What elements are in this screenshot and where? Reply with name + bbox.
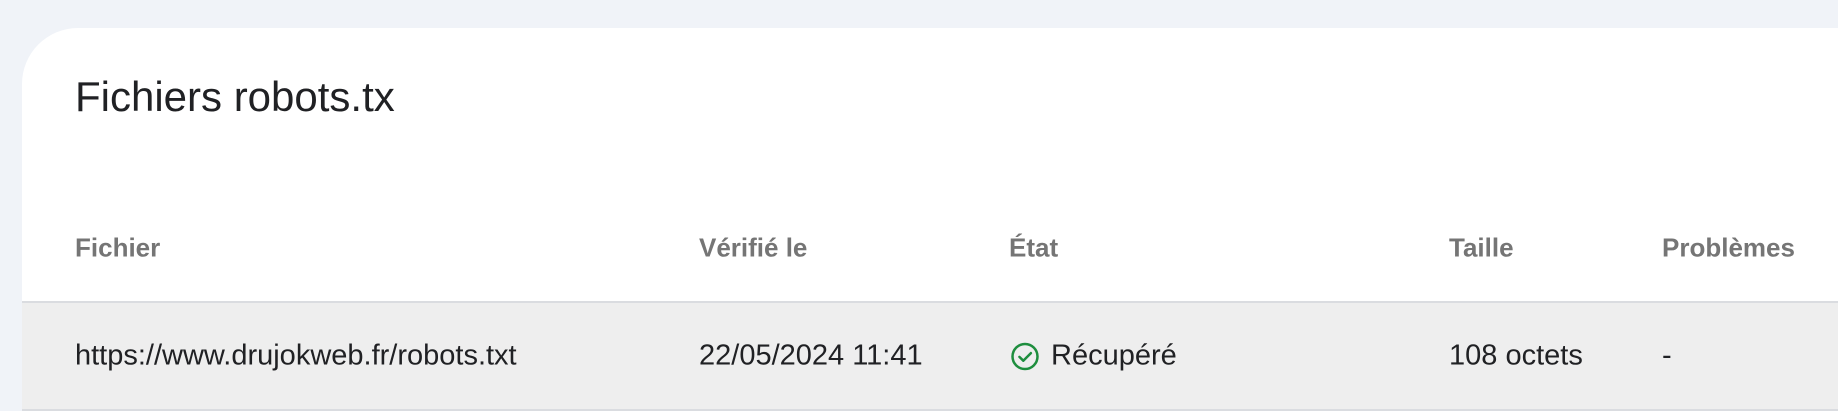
status-cell: Récupéré xyxy=(1009,340,1177,373)
robots-files-table: Fichier Vérifié le État Taille Problèmes… xyxy=(22,194,1838,411)
issues-value: - xyxy=(1662,339,1672,372)
check-circle-icon xyxy=(1009,340,1041,372)
column-header-state[interactable]: État xyxy=(1009,232,1058,263)
column-header-file[interactable]: Fichier xyxy=(75,232,160,263)
checked-date: 22/05/2024 11:41 xyxy=(699,339,923,372)
table-row[interactable]: https://www.drujokweb.fr/robots.txt 22/0… xyxy=(22,303,1838,411)
column-header-issues[interactable]: Problèmes xyxy=(1662,232,1795,263)
page-title: Fichiers robots.tx xyxy=(75,73,395,120)
file-size: 108 octets xyxy=(1449,339,1583,372)
status-badge: Récupéré xyxy=(1009,340,1177,373)
column-header-size[interactable]: Taille xyxy=(1449,232,1514,263)
robots-files-card: Fichiers robots.tx Fichier Vérifié le Ét… xyxy=(22,28,1838,411)
column-header-checked[interactable]: Vérifié le xyxy=(699,232,807,263)
file-url: https://www.drujokweb.fr/robots.txt xyxy=(75,339,517,372)
table-header-row: Fichier Vérifié le État Taille Problèmes xyxy=(22,194,1838,303)
status-label: Récupéré xyxy=(1051,339,1177,372)
